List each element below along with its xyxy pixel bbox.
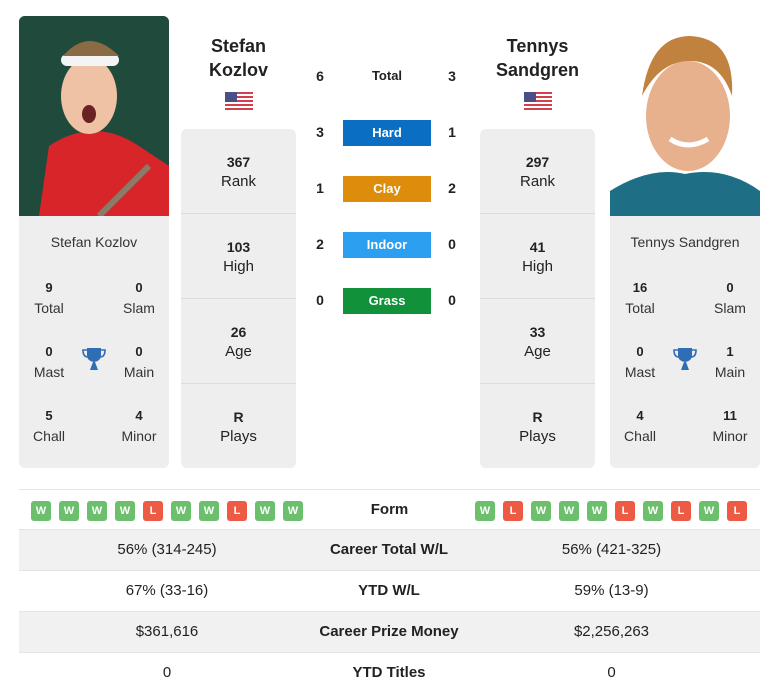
surface-badge-grass: Grass [343, 288, 431, 314]
form-label: Form [370, 501, 409, 518]
surface-badge-hard: Hard [343, 120, 431, 146]
player2-rank-card: 297 Rank 41 High 33 Age R Plays [480, 129, 595, 468]
h2h-total-row: 6 Total 3 [316, 68, 456, 84]
usa-flag-icon [225, 92, 253, 111]
titles-mast: 0 Mast [33, 344, 65, 380]
form-win-badge: W [475, 501, 495, 521]
comparison-row: 67% (33-16) YTD W/L 59% (13-9) [19, 571, 760, 612]
surface-badge-indoor: Indoor [343, 232, 431, 258]
form-loss-badge: L [727, 501, 747, 521]
player1-full-name: Stefan Kozlov [50, 234, 138, 250]
form-win-badge: W [115, 501, 135, 521]
player2-full-name: Tennys Sandgren [630, 234, 740, 250]
plays: R Plays [220, 409, 257, 445]
h2h-surface-row: 2 Indoor 0 [310, 232, 470, 258]
age: 26 Age [181, 299, 296, 384]
h2h-surface-row: 1 Clay 2 [310, 176, 470, 202]
titles-minor: 11 Minor [712, 408, 748, 444]
titles-main: 1 Main [714, 344, 746, 380]
form-row: WWWWLWWLWW Form WLWWWLWLWL [19, 489, 760, 530]
player2-titles-card: Tennys Sandgren 16 Total 0 Slam 0 Mast 1 Mai… [610, 216, 760, 468]
comparison-row: 56% (314-245) Career Total W/L 56% (421-… [19, 530, 760, 571]
form-win-badge: W [283, 501, 303, 521]
form-loss-badge: L [671, 501, 691, 521]
titles-slam: 0 Slam [714, 280, 746, 316]
titles-total: 16 Total [625, 280, 655, 316]
titles-mast: 0 Mast [624, 344, 656, 380]
form-loss-badge: L [143, 501, 163, 521]
surface-badge-clay: Clay [343, 176, 431, 202]
form-loss-badge: L [503, 501, 523, 521]
form-win-badge: W [199, 501, 219, 521]
player2-name[interactable]: Tennys Sandgren [480, 34, 595, 82]
high-rank: 103 High [181, 214, 296, 299]
form-win-badge: W [171, 501, 191, 521]
trophy-icon [82, 348, 106, 370]
comparison-row: 0 YTD Titles 0 [162, 664, 616, 681]
player2-photo [610, 16, 760, 216]
titles-main: 0 Main [123, 344, 155, 380]
form-win-badge: W [531, 501, 551, 521]
titles-chall: 4 Chall [624, 408, 656, 444]
titles-chall: 5 Chall [33, 408, 65, 444]
comparison-row: $361,616 Career Prize Money $2,256,263 [19, 612, 760, 653]
form-win-badge: W [559, 501, 579, 521]
form-loss-badge: L [615, 501, 635, 521]
player1-photo [19, 16, 169, 216]
form-win-badge: W [31, 501, 51, 521]
rank: 297 Rank [480, 129, 595, 214]
player1-form: WWWWLWWLWW [31, 501, 303, 521]
titles-total: 9 Total [34, 280, 64, 316]
usa-flag-icon [524, 92, 552, 111]
form-win-badge: W [87, 501, 107, 521]
titles-slam: 0 Slam [123, 280, 155, 316]
player1-rank-card: 367 Rank 103 High 26 Age R Plays [181, 129, 296, 468]
trophy-icon [673, 348, 697, 370]
form-win-badge: W [587, 501, 607, 521]
player2-form: WLWWWLWLWL [475, 501, 747, 521]
h2h-surface-row: 3 Hard 1 [310, 120, 470, 146]
player1-name[interactable]: Stefan Kozlov [181, 34, 296, 82]
form-loss-badge: L [227, 501, 247, 521]
form-win-badge: W [643, 501, 663, 521]
form-win-badge: W [699, 501, 719, 521]
rank: 367 Rank [181, 129, 296, 214]
high-rank: 41 High [480, 214, 595, 299]
age: 33 Age [480, 299, 595, 384]
h2h-surface-row: 0 Grass 0 [310, 288, 470, 314]
player1-titles-card: Stefan Kozlov 9 Total 0 Slam 0 Mast 0 Main 5… [19, 216, 169, 468]
titles-minor: 4 Minor [121, 408, 157, 444]
form-win-badge: W [59, 501, 79, 521]
form-win-badge: W [255, 501, 275, 521]
plays: R Plays [519, 409, 556, 445]
